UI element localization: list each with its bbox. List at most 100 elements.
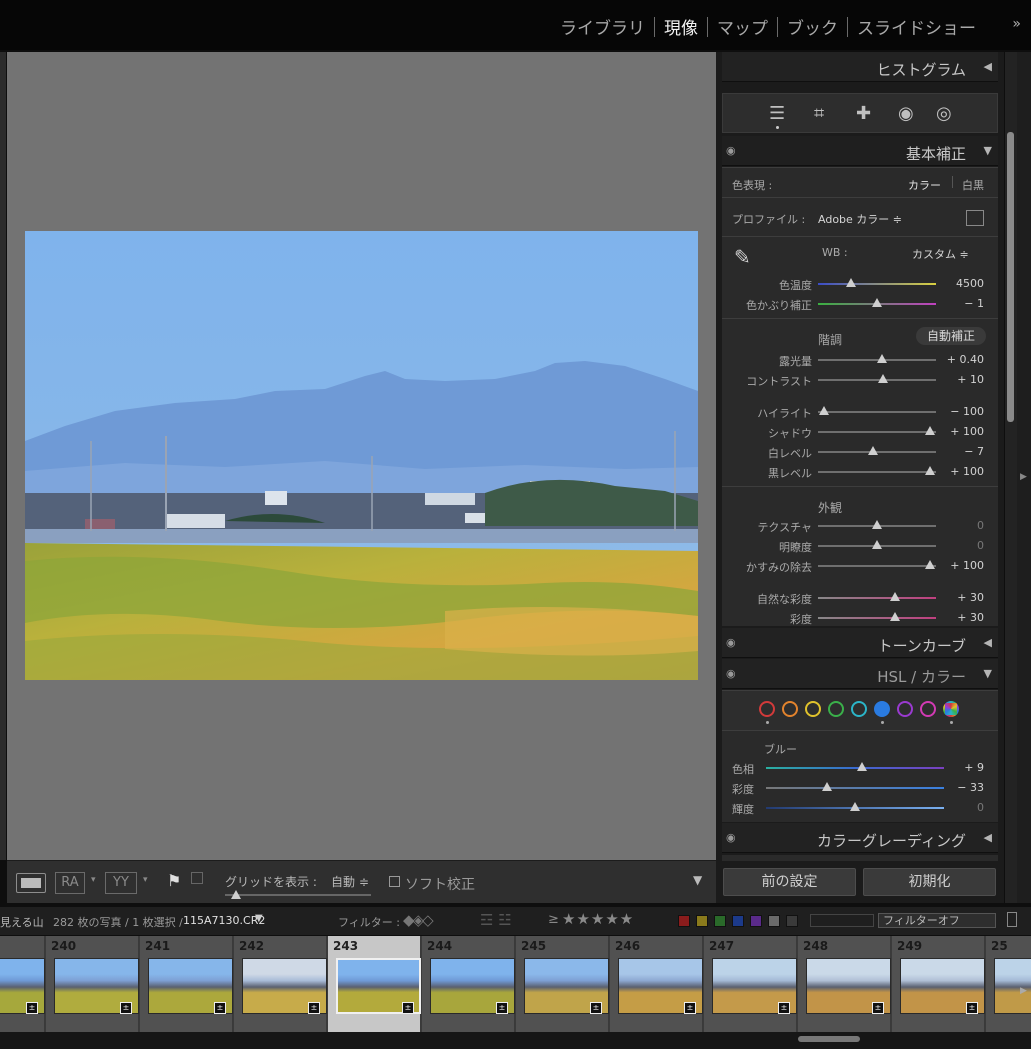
toolbar-menu-chevron-icon[interactable]: ▼ [693, 873, 702, 887]
eye-icon[interactable]: ◉ [726, 636, 736, 649]
profile-select[interactable]: Adobe カラー ≑ [818, 211, 902, 227]
filmstrip-frame[interactable]: 242 ± [234, 936, 327, 1032]
before-after-button[interactable]: RA [55, 872, 85, 894]
masking-icon[interactable]: ◎ [936, 103, 952, 124]
reject-flag-icon[interactable] [191, 872, 203, 884]
flag-filter-icon[interactable]: ◆◈◇ [403, 911, 434, 929]
filmstrip-frame[interactable]: 245 ± [516, 936, 609, 1032]
collapse-triangle-icon[interactable]: ◀ [984, 636, 992, 649]
healing-icon[interactable]: ✚ [856, 103, 871, 124]
slider-value[interactable]: + 100 [938, 425, 984, 438]
source-name[interactable]: 見える山 [0, 914, 44, 930]
treatment-bw-option[interactable]: 白黒 [962, 177, 984, 193]
slider-value[interactable]: + 30 [938, 591, 984, 604]
filmstrip-frame[interactable]: 247 ± [704, 936, 797, 1032]
basic-panel-header[interactable]: ◉ 基本補正 ▼ [722, 136, 998, 166]
hsl-slider-value[interactable]: + 9 [938, 761, 984, 774]
view-toggle-icon[interactable] [810, 914, 874, 927]
adjustment-slider[interactable] [818, 431, 936, 433]
hsl-color-swatch[interactable] [851, 701, 867, 717]
collapse-triangle-icon[interactable]: ◀ [984, 831, 992, 844]
previous-settings-button[interactable]: 前の設定 [723, 868, 856, 896]
eye-icon[interactable]: ◉ [726, 144, 736, 157]
edit-filter-icon[interactable]: ☲ ☳ [480, 911, 512, 929]
hsl-panel-header[interactable]: ◉ HSL / カラー ▼ [722, 659, 998, 689]
adjustment-slider[interactable] [818, 411, 936, 413]
before-after-layout-button[interactable]: YY [105, 872, 137, 894]
chevron-down-icon[interactable]: ▾ [143, 875, 148, 897]
filmstrip-frame[interactable]: 248 ± [798, 936, 891, 1032]
slider-thumb[interactable] [889, 612, 900, 621]
module-develop[interactable]: 現像 [655, 14, 707, 39]
slider-value[interactable]: + 10 [938, 373, 984, 386]
hsl-color-swatch[interactable] [920, 701, 936, 717]
hsl-slider-thumb[interactable] [821, 782, 832, 791]
slider-thumb[interactable] [889, 592, 900, 601]
tint-value[interactable]: − 1 [938, 297, 984, 310]
slider-thumb[interactable] [876, 354, 887, 363]
profile-browser-grid-icon[interactable] [966, 210, 984, 226]
hsl-slider[interactable] [766, 787, 944, 789]
filmstrip-frame[interactable]: 25± [986, 936, 1031, 1032]
eye-icon[interactable]: ◉ [726, 667, 736, 680]
filmstrip-frame[interactable]: 249 ± [892, 936, 985, 1032]
slider-value[interactable]: + 30 [938, 611, 984, 624]
color-label-filter[interactable] [678, 915, 690, 927]
left-panel-collapsed[interactable] [0, 52, 6, 860]
collapse-triangle-icon[interactable]: ◀ [984, 60, 992, 73]
adjustment-slider[interactable] [818, 617, 936, 619]
slider-thumb[interactable] [877, 374, 888, 383]
hsl-color-swatch[interactable] [782, 701, 798, 717]
temperature-value[interactable]: 4500 [938, 277, 984, 290]
module-library[interactable]: ライブラリ [551, 14, 654, 39]
treatment-color-option[interactable]: カラー [908, 177, 941, 193]
chevron-down-icon[interactable]: ▾ [91, 875, 96, 897]
eye-icon[interactable]: ◉ [726, 831, 736, 844]
hsl-slider[interactable] [766, 767, 944, 769]
filename-dropdown-icon[interactable]: ▼ [255, 913, 263, 924]
hsl-color-swatch[interactable] [874, 701, 890, 717]
slider-value[interactable]: 0 [938, 519, 984, 532]
hsl-color-swatch[interactable] [828, 701, 844, 717]
filmstrip-frame[interactable]: 240 ± [46, 936, 139, 1032]
eyedropper-icon[interactable]: ✎ [734, 245, 751, 269]
hsl-slider-thumb[interactable] [850, 802, 860, 811]
slider-thumb[interactable] [818, 406, 829, 415]
rating-filter-stars-icon[interactable]: ★★★★★ [562, 910, 634, 928]
hsl-slider-thumb[interactable] [857, 762, 868, 771]
adjustment-slider[interactable] [818, 565, 936, 567]
hsl-slider-value[interactable]: 0 [938, 801, 984, 814]
flag-icon[interactable]: ⚑ [167, 871, 181, 893]
temperature-slider-thumb[interactable] [846, 278, 857, 287]
hsl-color-swatch[interactable] [759, 701, 775, 717]
slider-value[interactable]: + 100 [938, 559, 984, 572]
slider-thumb[interactable] [925, 426, 936, 435]
filmstrip-frame[interactable]: 244 ± [422, 936, 515, 1032]
soft-proof-checkbox[interactable] [389, 876, 400, 887]
expand-triangle-icon[interactable]: ▼ [984, 667, 992, 680]
slider-value[interactable]: − 7 [938, 445, 984, 458]
adjustment-slider[interactable] [818, 471, 936, 473]
filmstrip-frame[interactable]: 243 ± [328, 936, 421, 1032]
hsl-color-swatch[interactable] [943, 701, 959, 717]
filmstrip-scrollbar[interactable] [0, 1032, 1031, 1049]
hsl-color-swatch[interactable] [897, 701, 913, 717]
loupe-view-button[interactable] [16, 873, 46, 893]
main-photo[interactable] [25, 231, 698, 680]
filter-preset-select[interactable]: フィルターオフ [878, 913, 996, 928]
slider-value[interactable]: 0 [938, 539, 984, 552]
slider-value[interactable]: − 100 [938, 405, 984, 418]
grid-opacity-slider-thumb[interactable] [231, 890, 241, 899]
tone-curve-panel-header[interactable]: ◉ トーンカーブ ◀ [722, 628, 998, 658]
color-grading-panel-header[interactable]: ◉ カラーグレーディング ◀ [722, 823, 998, 853]
adjustment-slider[interactable] [818, 597, 936, 599]
right-panel-scrollbar-thumb[interactable] [1007, 132, 1014, 422]
wb-select[interactable]: カスタム ≑ [912, 246, 969, 262]
tint-slider-thumb[interactable] [872, 298, 882, 307]
module-map[interactable]: マップ [708, 14, 777, 39]
slider-thumb[interactable] [925, 560, 936, 569]
expand-arrow-icon[interactable]: ▶ [1020, 472, 1027, 482]
red-eye-icon[interactable]: ◉ [898, 103, 914, 124]
filmstrip-frame[interactable]: 241 ± [140, 936, 233, 1032]
filter-lock-icon[interactable] [1007, 912, 1017, 927]
